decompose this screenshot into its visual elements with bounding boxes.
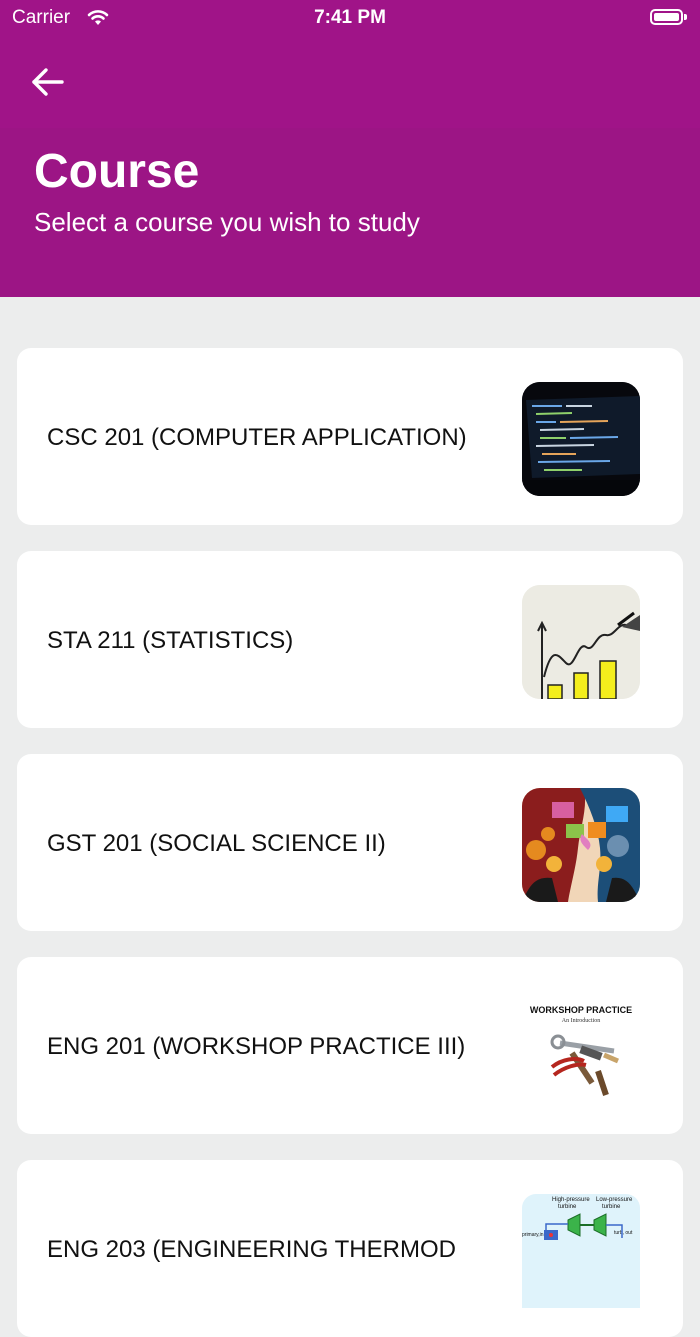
course-card-sta211[interactable]: STA 211 (STATISTICS) [17, 551, 683, 728]
header: Carrier 7:41 PM Course Select a course y… [0, 0, 700, 297]
battery-icon [650, 9, 683, 25]
battery-cap [684, 14, 687, 20]
back-arrow-icon[interactable] [28, 62, 68, 102]
course-label: STA 211 (STATISTICS) [47, 627, 294, 654]
statistics-chart-thumbnail [522, 585, 640, 699]
course-label: GST 201 (SOCIAL SCIENCE II) [47, 830, 386, 857]
course-label: CSC 201 (COMPUTER APPLICATION) [47, 424, 467, 451]
course-card-eng201[interactable]: ENG 201 (WORKSHOP PRACTICE III) WORKSHOP… [17, 957, 683, 1134]
page-subtitle: Select a course you wish to study [34, 207, 420, 237]
course-card-csc201[interactable]: CSC 201 (COMPUTER APPLICATION) [17, 348, 683, 525]
page-title: Course [34, 145, 200, 198]
code-screen-thumbnail [522, 382, 640, 496]
status-time: 7:41 PM [314, 7, 386, 28]
course-label: ENG 203 (ENGINEERING THERMOD [47, 1236, 456, 1263]
course-card-eng203[interactable]: ENG 203 (ENGINEERING THERMOD High-pressu… [17, 1160, 683, 1337]
turbine-diagram-thumbnail: High-pressure turbine Low-pressure turbi… [522, 1194, 640, 1308]
heads-gears-thumbnail [522, 788, 640, 902]
course-label: ENG 201 (WORKSHOP PRACTICE III) [47, 1033, 466, 1060]
workshop-tools-thumbnail: WORKSHOP PRACTICE An Introduction [522, 991, 640, 1105]
course-card-gst201[interactable]: GST 201 (SOCIAL SCIENCE II) [17, 754, 683, 931]
status-bar: Carrier 7:41 PM [0, 0, 700, 36]
